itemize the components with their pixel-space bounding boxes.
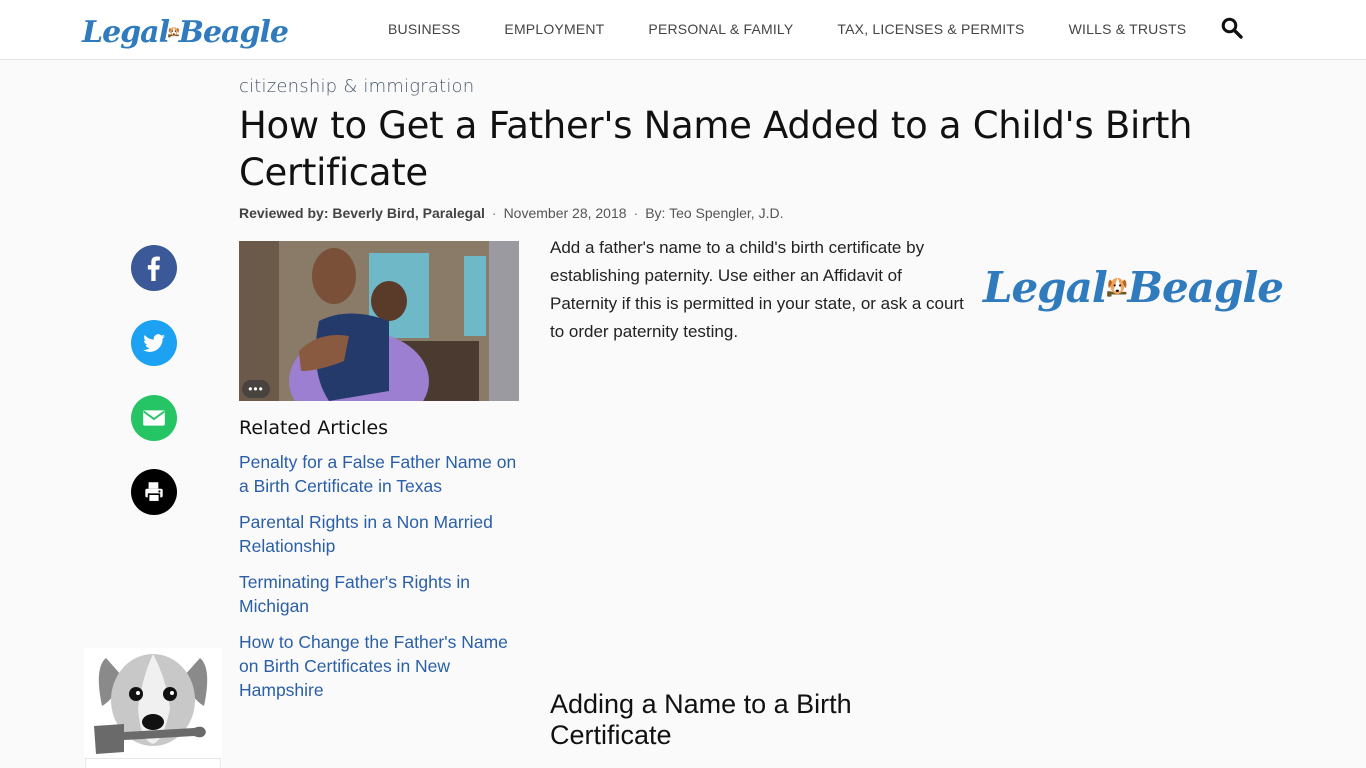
mascot-card	[85, 758, 221, 768]
logo-text-left: Legal	[82, 14, 170, 50]
separator: ·	[491, 205, 497, 221]
nav-employment[interactable]: EMPLOYMENT	[504, 21, 604, 37]
byline: Reviewed by: Beverly Bird, Paralegal · N…	[239, 205, 783, 221]
main-nav: BUSINESS EMPLOYMENT PERSONAL & FAMILY TA…	[388, 0, 1230, 58]
sidebar-logo: Legal Beagle	[983, 252, 1284, 322]
reviewer: Reviewed by: Beverly Bird, Paralegal	[239, 205, 485, 221]
print-icon	[145, 482, 163, 503]
section-heading: Adding a Name to a Birth Certificate	[550, 689, 852, 750]
share-facebook-button[interactable]	[131, 245, 177, 291]
related-articles-list: Penalty for a False Father Name on a Bir…	[239, 450, 529, 714]
father-child-photo	[239, 241, 519, 401]
article-image[interactable]	[239, 241, 519, 401]
article-intro: Add a father's name to a child's birth c…	[550, 238, 964, 341]
related-article-link[interactable]: How to Change the Father's Name on Birth…	[239, 630, 529, 702]
beagle-mascot-widget	[84, 648, 222, 768]
publish-date: November 28, 2018	[503, 205, 627, 221]
related-article-link[interactable]: Penalty for a False Father Name on a Bir…	[239, 450, 529, 498]
share-twitter-button[interactable]	[131, 320, 177, 366]
site-logo[interactable]: Legal Beagle	[82, 8, 289, 56]
article-title: How to Get a Father's Name Added to a Ch…	[239, 104, 1193, 194]
related-article-link[interactable]: Parental Rights in a Non Married Relatio…	[239, 510, 529, 558]
related-articles-heading: Related Articles	[239, 417, 389, 439]
separator: ·	[633, 205, 639, 221]
print-button[interactable]	[131, 469, 177, 515]
site-header: Legal Beagle BUSINESS EMPLOYMENT PERSONA…	[0, 0, 1366, 60]
beagle-logo-icon	[1106, 277, 1127, 297]
author: By: Teo Spengler, J.D.	[645, 205, 784, 221]
logo-text-right: Beagle	[178, 14, 289, 50]
beagle-mascot-icon	[94, 654, 208, 754]
nav-personal-family[interactable]: PERSONAL & FAMILY	[648, 21, 793, 37]
search-icon[interactable]	[1220, 16, 1244, 40]
twitter-icon	[143, 334, 165, 352]
nav-tax-licenses-permits[interactable]: TAX, LICENSES & PERMITS	[837, 21, 1024, 37]
related-article-link[interactable]: Terminating Father's Rights in Michigan	[239, 570, 529, 618]
share-email-button[interactable]	[131, 395, 177, 441]
logo-text-right: Beagle	[1127, 262, 1284, 312]
nav-business[interactable]: BUSINESS	[388, 21, 460, 37]
logo-text-left: Legal	[983, 262, 1108, 312]
facebook-icon	[147, 256, 160, 281]
email-icon	[143, 410, 165, 426]
nav-wills-trusts[interactable]: WILLS & TRUSTS	[1069, 21, 1187, 37]
image-more-button[interactable]: •••	[242, 380, 270, 398]
category-link[interactable]: citizenship & immigration	[239, 76, 474, 97]
